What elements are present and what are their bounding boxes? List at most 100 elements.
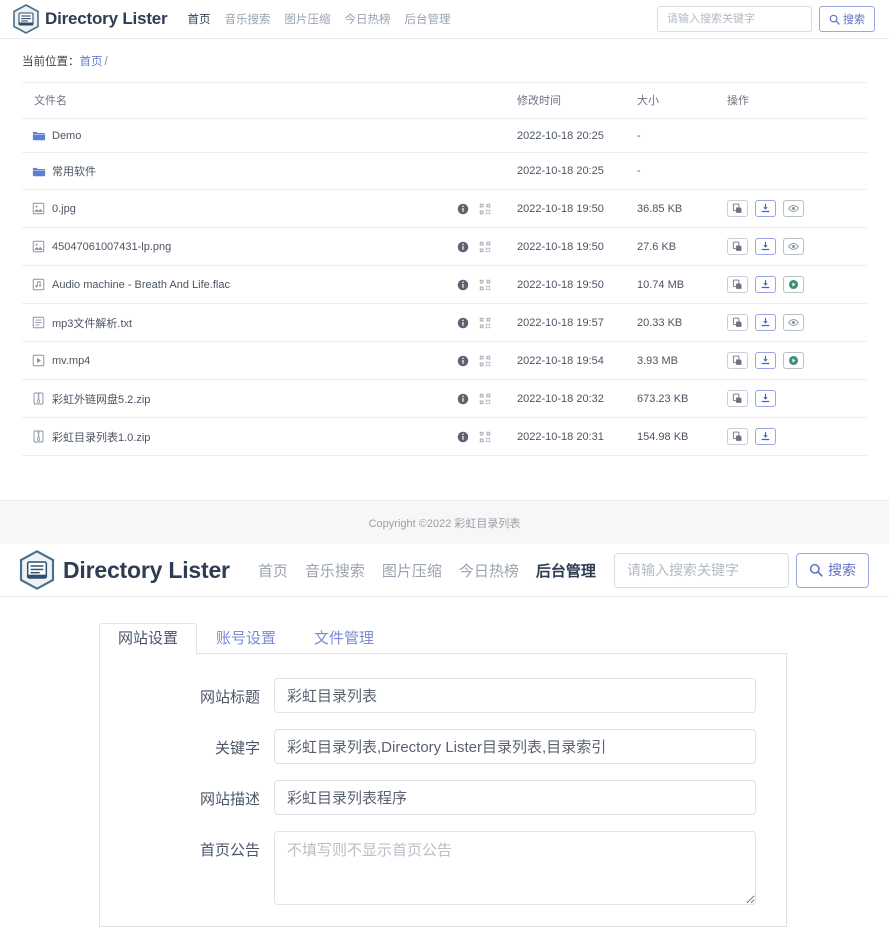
cell-filename: 常用软件: [22, 152, 457, 190]
file-name-link[interactable]: mv.mp4: [52, 355, 90, 367]
qrcode-icon[interactable]: [479, 393, 491, 405]
file-name-link[interactable]: mp3文件解析.txt: [52, 315, 132, 331]
cell-meta-icons: [457, 152, 517, 190]
tab-site-settings[interactable]: 网站设置: [99, 623, 198, 654]
download-button[interactable]: [755, 276, 776, 293]
table-row: 彩虹目录列表1.0.zip 2022-10-18 20:31 154.98 KB: [22, 417, 867, 456]
field-announcement: [274, 831, 756, 910]
play-button[interactable]: [783, 276, 804, 293]
qrcode-icon[interactable]: [479, 431, 491, 443]
file-name-link[interactable]: 彩虹目录列表1.0.zip: [52, 429, 150, 445]
cell-mtime: 2022-10-18 19:57: [517, 303, 637, 342]
tab-account-settings[interactable]: 账号设置: [197, 623, 295, 654]
cell-filename: mp3文件解析.txt: [22, 303, 457, 342]
file-name-link[interactable]: 彩虹外链网盘5.2.zip: [52, 391, 150, 407]
keywords-input[interactable]: [274, 729, 756, 764]
info-icon[interactable]: [457, 203, 469, 215]
download-button[interactable]: [755, 314, 776, 331]
file-name-link[interactable]: Audio machine - Breath And Life.flac: [52, 279, 230, 291]
file-name-link[interactable]: 45047061007431-lp.png: [52, 241, 171, 253]
breadcrumb-prefix: 当前位置：: [22, 56, 80, 68]
copy-button[interactable]: [727, 200, 748, 217]
download-button[interactable]: [755, 352, 776, 369]
nav-item-admin[interactable]: 后台管理: [404, 11, 450, 27]
video-file-icon: [32, 354, 45, 367]
brand-title: Directory Lister: [45, 9, 168, 28]
cell-operations: [727, 152, 867, 190]
download-button[interactable]: [755, 200, 776, 217]
download-button[interactable]: [755, 390, 776, 407]
download-button[interactable]: [755, 238, 776, 255]
info-icon[interactable]: [457, 431, 469, 443]
text-file-icon: [32, 316, 45, 329]
info-icon[interactable]: [457, 355, 469, 367]
cell-meta-icons: [457, 265, 517, 304]
copy-button[interactable]: [727, 428, 748, 445]
qrcode-icon[interactable]: [479, 317, 491, 329]
file-name-link[interactable]: Demo: [52, 130, 81, 142]
file-name-link[interactable]: 0.jpg: [52, 203, 76, 215]
admin-navbar: Directory Lister 首页 音乐搜索 图片压缩 今日热榜 后台管理 …: [0, 544, 889, 597]
file-name-link[interactable]: 常用软件: [52, 163, 96, 179]
table-row: mv.mp4 2022-10-18 19:54 3.93 MB: [22, 341, 867, 380]
copy-button[interactable]: [727, 238, 748, 255]
qrcode-icon[interactable]: [479, 279, 491, 291]
site-title-input[interactable]: [274, 678, 756, 713]
description-input[interactable]: [274, 780, 756, 815]
admin-search-button[interactable]: 搜索: [796, 552, 869, 588]
label-site-title: 网站标题: [199, 689, 260, 706]
search-input[interactable]: [657, 6, 812, 32]
admin-search-input[interactable]: [614, 552, 789, 588]
folder-icon: [32, 129, 46, 142]
tab-file-management[interactable]: 文件管理: [295, 623, 393, 654]
form-row-announcement: 首页公告: [100, 831, 766, 910]
admin-nav-item-music-search[interactable]: 音乐搜索: [305, 560, 365, 581]
nav-item-image-compress[interactable]: 图片压缩: [284, 11, 330, 27]
table-row: mp3文件解析.txt 2022-10-18 19:57 20.33 KB: [22, 303, 867, 342]
file-table-body: Demo 2022-10-18 20:25- 常用软件 2022-10-18 20:2…: [22, 118, 867, 456]
cell-size: 10.74 MB: [637, 265, 727, 304]
form-row-description: 网站描述: [100, 780, 766, 815]
nav-item-hot-list[interactable]: 今日热榜: [344, 11, 390, 27]
cell-meta-icons: [457, 118, 517, 153]
copy-button[interactable]: [727, 276, 748, 293]
play-button[interactable]: [783, 352, 804, 369]
copy-icon: [732, 279, 743, 290]
copy-button[interactable]: [727, 390, 748, 407]
nav-item-music-search[interactable]: 音乐搜索: [224, 11, 270, 27]
brand-home-link[interactable]: Directory Lister: [12, 4, 168, 34]
download-icon: [760, 279, 771, 290]
copy-button[interactable]: [727, 352, 748, 369]
download-icon: [760, 241, 771, 252]
search-button-label: 搜索: [843, 14, 865, 26]
info-icon[interactable]: [457, 393, 469, 405]
qrcode-icon[interactable]: [479, 355, 491, 367]
copy-button[interactable]: [727, 314, 748, 331]
admin-primary-nav: 首页 音乐搜索 图片压缩 今日热榜 后台管理: [258, 560, 596, 581]
nav-item-home[interactable]: 首页: [187, 11, 210, 27]
info-icon[interactable]: [457, 279, 469, 291]
download-button[interactable]: [755, 428, 776, 445]
admin-nav-item-admin[interactable]: 后台管理: [536, 560, 596, 581]
info-icon[interactable]: [457, 317, 469, 329]
cell-size: -: [637, 152, 727, 190]
breadcrumb-home-link[interactable]: 首页: [80, 56, 103, 68]
play-icon: [788, 355, 799, 366]
label-description: 网站描述: [199, 791, 260, 808]
admin-nav-item-hot-list[interactable]: 今日热榜: [459, 560, 519, 581]
qrcode-icon[interactable]: [479, 203, 491, 215]
file-table-wrapper: 文件名 修改时间 大小 操作 Demo 2022-10-18 20:25- 常用软件…: [22, 82, 867, 456]
cell-operations: [727, 303, 867, 342]
eye-button[interactable]: [783, 200, 804, 217]
info-icon[interactable]: [457, 241, 469, 253]
column-header-size: 大小: [637, 83, 727, 119]
cell-operations: [727, 227, 867, 266]
admin-nav-item-home[interactable]: 首页: [258, 560, 288, 581]
admin-nav-item-image-compress[interactable]: 图片压缩: [382, 560, 442, 581]
eye-button[interactable]: [783, 238, 804, 255]
qrcode-icon[interactable]: [479, 241, 491, 253]
eye-button[interactable]: [783, 314, 804, 331]
admin-brand-home-link[interactable]: Directory Lister: [18, 550, 230, 590]
search-button[interactable]: 搜索: [819, 6, 875, 32]
announcement-textarea[interactable]: [274, 831, 756, 905]
